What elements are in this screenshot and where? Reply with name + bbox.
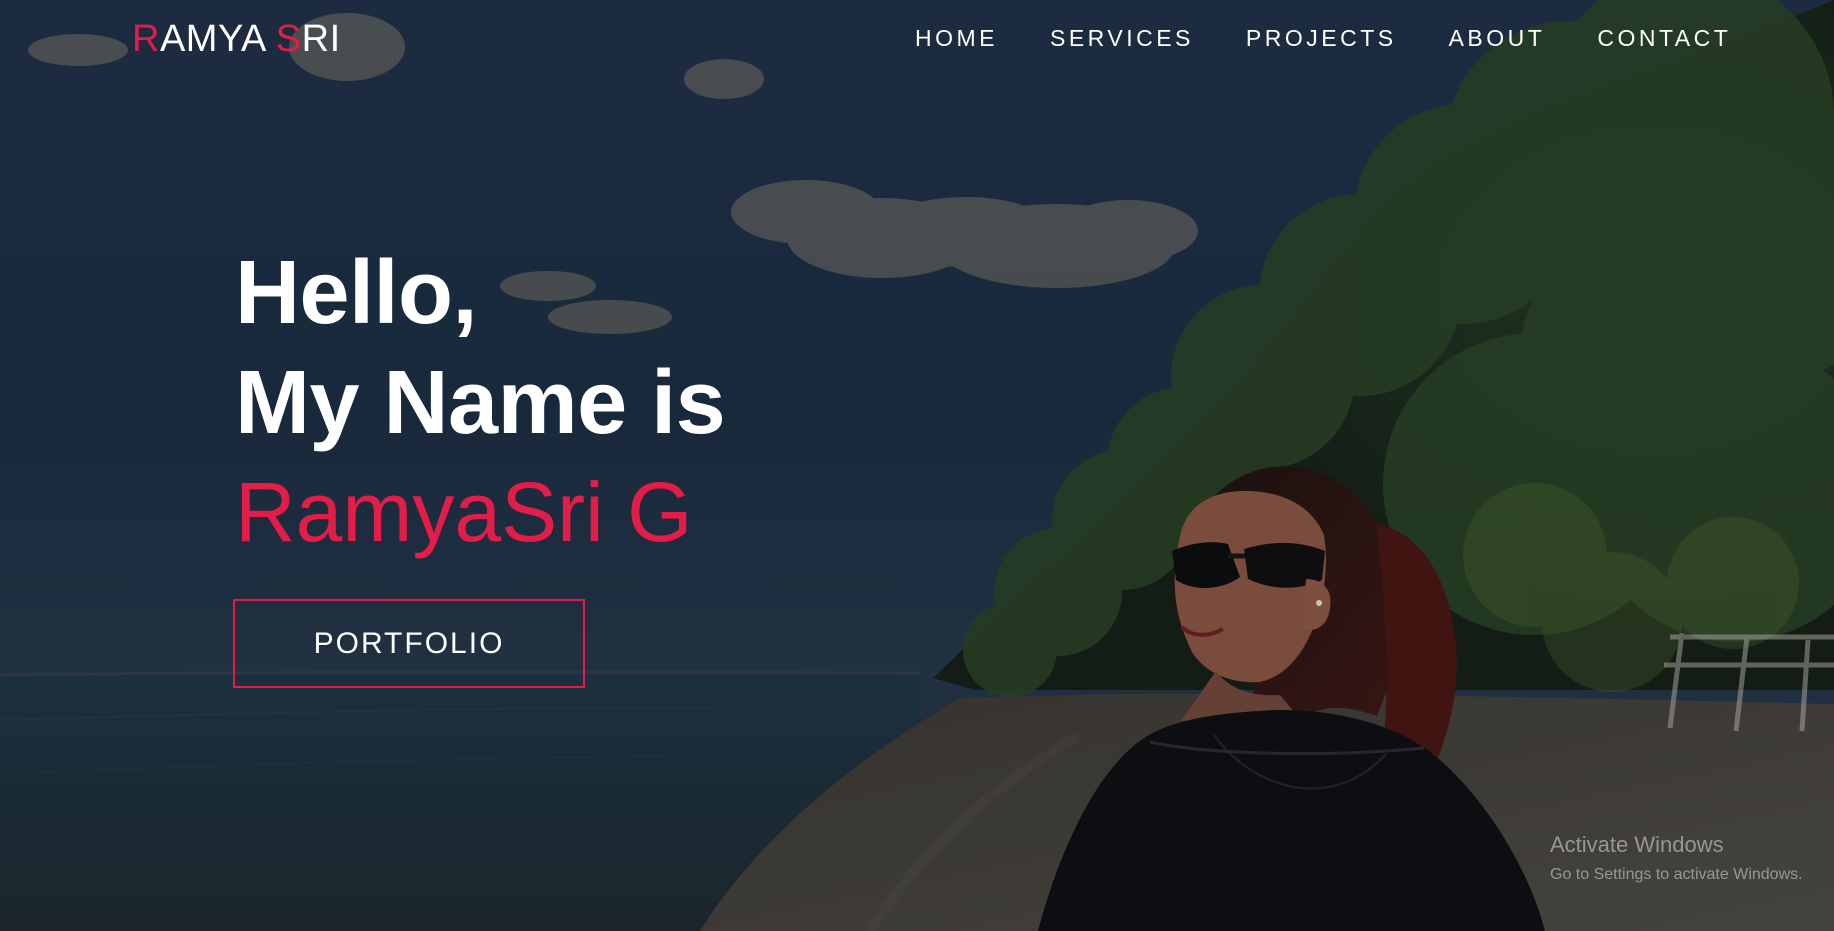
hero-name-prefix-line: My Name is: [235, 353, 726, 453]
main-nav: HOME SERVICES PROJECTS ABOUT CONTACT: [915, 25, 1731, 52]
top-navigation-bar: RAMYA SRI HOME SERVICES PROJECTS ABOUT C…: [0, 0, 1834, 82]
portfolio-home-page: RAMYA SRI HOME SERVICES PROJECTS ABOUT C…: [0, 0, 1834, 931]
windows-activation-subtitle: Go to Settings to activate Windows.: [1550, 866, 1803, 883]
hero-intro: Hello, My Name is RamyaSri G: [235, 243, 726, 559]
nav-about-link[interactable]: ABOUT: [1449, 25, 1546, 52]
site-logo[interactable]: RAMYA SRI: [132, 18, 341, 61]
logo-text-ri: RI: [301, 18, 341, 60]
logo-letter-s: S: [275, 18, 302, 60]
logo-text-amya: AMYA: [159, 18, 276, 60]
nav-services-link[interactable]: SERVICES: [1050, 25, 1194, 52]
nav-contact-link[interactable]: CONTACT: [1597, 25, 1731, 52]
nav-home-link[interactable]: HOME: [915, 25, 998, 52]
hero-name: RamyaSri G: [235, 465, 693, 559]
logo-letter-r: R: [132, 18, 160, 60]
hero-greeting-line: Hello,: [235, 243, 478, 343]
windows-activation-title: Activate Windows: [1550, 832, 1724, 857]
windows-activation-watermark: Activate Windows Go to Settings to activ…: [1550, 832, 1834, 884]
nav-projects-link[interactable]: PROJECTS: [1246, 25, 1397, 52]
portfolio-button[interactable]: PORTFOLIO: [233, 599, 585, 688]
